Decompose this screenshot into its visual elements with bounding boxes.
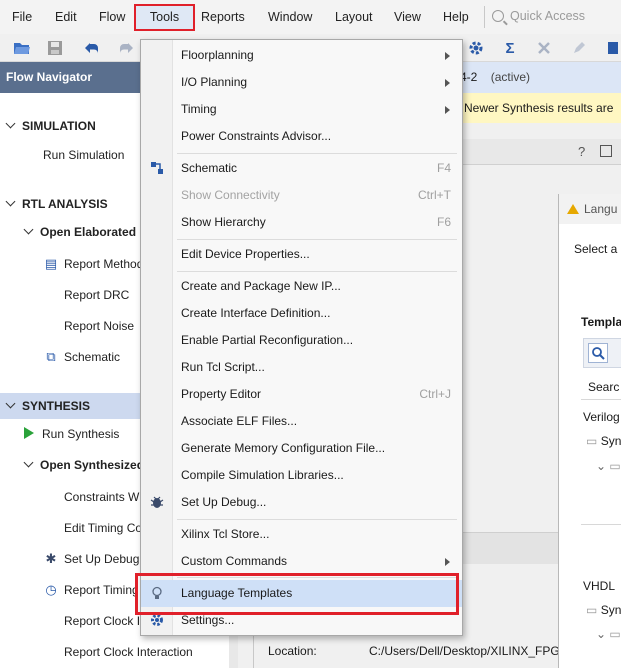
menu-item-create-interface-definition[interactable]: Create Interface Definition...	[141, 300, 462, 327]
sigma-icon[interactable]: Σ	[501, 39, 519, 57]
chevron-down-icon	[5, 196, 16, 207]
menu-item-show-connectivity[interactable]: Show Connectivity Ctrl+T	[141, 182, 462, 209]
menu-separator	[177, 153, 457, 154]
chevron-down-icon	[5, 398, 16, 409]
submenu-arrow-icon	[445, 106, 450, 114]
divider	[581, 524, 621, 525]
clock-icon: ◷	[45, 582, 57, 597]
folder-open-icon[interactable]	[13, 39, 31, 57]
folder-icon: ▭	[609, 627, 621, 641]
tree-vhdl[interactable]: VHDL	[583, 579, 615, 593]
search-label: Searc	[588, 380, 620, 394]
tree-verilog-synthesis[interactable]: ▭ Syn	[586, 434, 621, 448]
menu-item-set-up-debug[interactable]: Set Up Debug...	[141, 489, 462, 516]
menu-bar: File Edit Flow Tools Reports Window Layo…	[0, 0, 621, 34]
menu-item-edit-device-properties[interactable]: Edit Device Properties...	[141, 241, 462, 268]
folder-icon: ▭	[586, 434, 598, 448]
undo-icon[interactable]	[83, 39, 101, 57]
bug-icon	[150, 495, 164, 509]
tools-menu-dropdown: Floorplanning I/O Planning Timing Power …	[140, 39, 463, 636]
folder-icon: ▭	[586, 603, 598, 617]
chip-icon[interactable]	[604, 39, 621, 57]
menu-item-enable-partial-reconfiguration[interactable]: Enable Partial Reconfiguration...	[141, 327, 462, 354]
menu-reports[interactable]: Reports	[201, 0, 245, 34]
pencil-icon[interactable]	[570, 39, 588, 57]
menu-item-create-package-ip[interactable]: Create and Package New IP...	[141, 273, 462, 300]
dialog-prompt: Select a	[574, 242, 618, 256]
warning-text: Newer Synthesis results are	[464, 101, 614, 115]
tree-vhdl-synthesis[interactable]: ▭ Syn	[586, 603, 621, 617]
templates-label: Templa	[581, 315, 621, 329]
quick-access-search[interactable]: Quick Access	[492, 4, 621, 28]
menu-help[interactable]: Help	[443, 0, 469, 34]
vivado-window: File Edit Flow Tools Reports Window Layo…	[0, 0, 621, 668]
chevron-down-icon	[23, 457, 34, 468]
dialog-title-bar: Langu	[559, 194, 621, 224]
menu-separator	[177, 239, 457, 240]
templates-toolbar	[583, 338, 621, 368]
menu-item-run-tcl-script[interactable]: Run Tcl Script...	[141, 354, 462, 381]
location-label: Location:	[268, 644, 317, 658]
menu-item-language-templates[interactable]: Language Templates	[141, 580, 462, 607]
clipboard-check-icon: ▤	[44, 256, 58, 271]
search-icon[interactable]	[588, 343, 608, 363]
menubar-separator	[484, 6, 485, 28]
maximize-icon[interactable]	[600, 145, 612, 157]
menu-item-power-constraints-advisor[interactable]: Power Constraints Advisor...	[141, 123, 462, 150]
menu-item-custom-commands[interactable]: Custom Commands	[141, 548, 462, 575]
chevron-down-icon	[5, 118, 16, 129]
menu-item-property-editor[interactable]: Property Editor Ctrl+J	[141, 381, 462, 408]
menu-separator	[177, 271, 457, 272]
cross-icon[interactable]	[535, 39, 553, 57]
out-of-date-warning: Newer Synthesis results are	[460, 93, 621, 123]
search-icon	[492, 10, 504, 22]
menu-separator	[177, 519, 457, 520]
tree-vhdl-expander[interactable]: ⌄ ▭	[596, 627, 621, 641]
lightbulb-icon	[150, 586, 164, 600]
save-icon[interactable]	[46, 39, 64, 57]
menu-tools[interactable]: Tools	[134, 4, 195, 31]
tree-verilog-expander[interactable]: ⌄ ▭	[596, 459, 621, 473]
menu-edit[interactable]: Edit	[55, 0, 77, 34]
divider	[581, 399, 621, 400]
menu-item-generate-memory-config[interactable]: Generate Memory Configuration File...	[141, 435, 462, 462]
project-run-banner: 4-2 (active)	[460, 62, 621, 93]
menu-flow[interactable]: Flow	[99, 0, 125, 34]
menu-item-xilinx-tcl-store[interactable]: Xilinx Tcl Store...	[141, 521, 462, 548]
menu-file[interactable]: File	[12, 0, 32, 34]
bug-icon: ✱	[45, 551, 57, 566]
menu-view[interactable]: View	[394, 0, 421, 34]
menu-item-io-planning[interactable]: I/O Planning	[141, 69, 462, 96]
folder-icon: ▭	[609, 459, 621, 473]
submenu-arrow-icon	[445, 558, 450, 566]
help-icon[interactable]: ?	[578, 144, 585, 159]
menu-item-schematic[interactable]: Schematic F4	[141, 155, 462, 182]
run-status: (active)	[490, 70, 531, 84]
menu-window[interactable]: Window	[268, 0, 312, 34]
schematic-icon: ⧉	[46, 349, 56, 364]
schematic-icon	[150, 161, 164, 175]
editor-tab-strip	[460, 139, 621, 165]
location-value: C:/Users/Dell/Desktop/XILINX_FPG	[369, 644, 560, 658]
menu-item-timing[interactable]: Timing	[141, 96, 462, 123]
submenu-arrow-icon	[445, 79, 450, 87]
gear-icon	[150, 613, 164, 627]
menu-item-compile-simulation-libraries[interactable]: Compile Simulation Libraries...	[141, 462, 462, 489]
menu-item-show-hierarchy[interactable]: Show Hierarchy F6	[141, 209, 462, 236]
language-templates-dialog: Langu Select a Templa Searc Verilog ▭ Sy…	[558, 194, 621, 668]
redo-icon[interactable]	[117, 39, 135, 57]
gear-icon[interactable]	[467, 39, 485, 57]
nav-item-report-clock-interaction[interactable]: Report Clock Interaction	[0, 639, 238, 665]
play-icon	[24, 427, 34, 439]
menu-item-associate-elf-files[interactable]: Associate ELF Files...	[141, 408, 462, 435]
vivado-logo-icon	[567, 204, 579, 214]
menu-item-floorplanning[interactable]: Floorplanning	[141, 42, 462, 69]
tree-verilog[interactable]: Verilog	[583, 410, 620, 424]
chevron-down-icon	[23, 224, 34, 235]
menu-separator	[177, 577, 457, 578]
quick-access-placeholder: Quick Access	[510, 9, 586, 23]
submenu-arrow-icon	[445, 52, 450, 60]
menu-item-settings[interactable]: Settings...	[141, 607, 462, 634]
menu-layout[interactable]: Layout	[335, 0, 373, 34]
